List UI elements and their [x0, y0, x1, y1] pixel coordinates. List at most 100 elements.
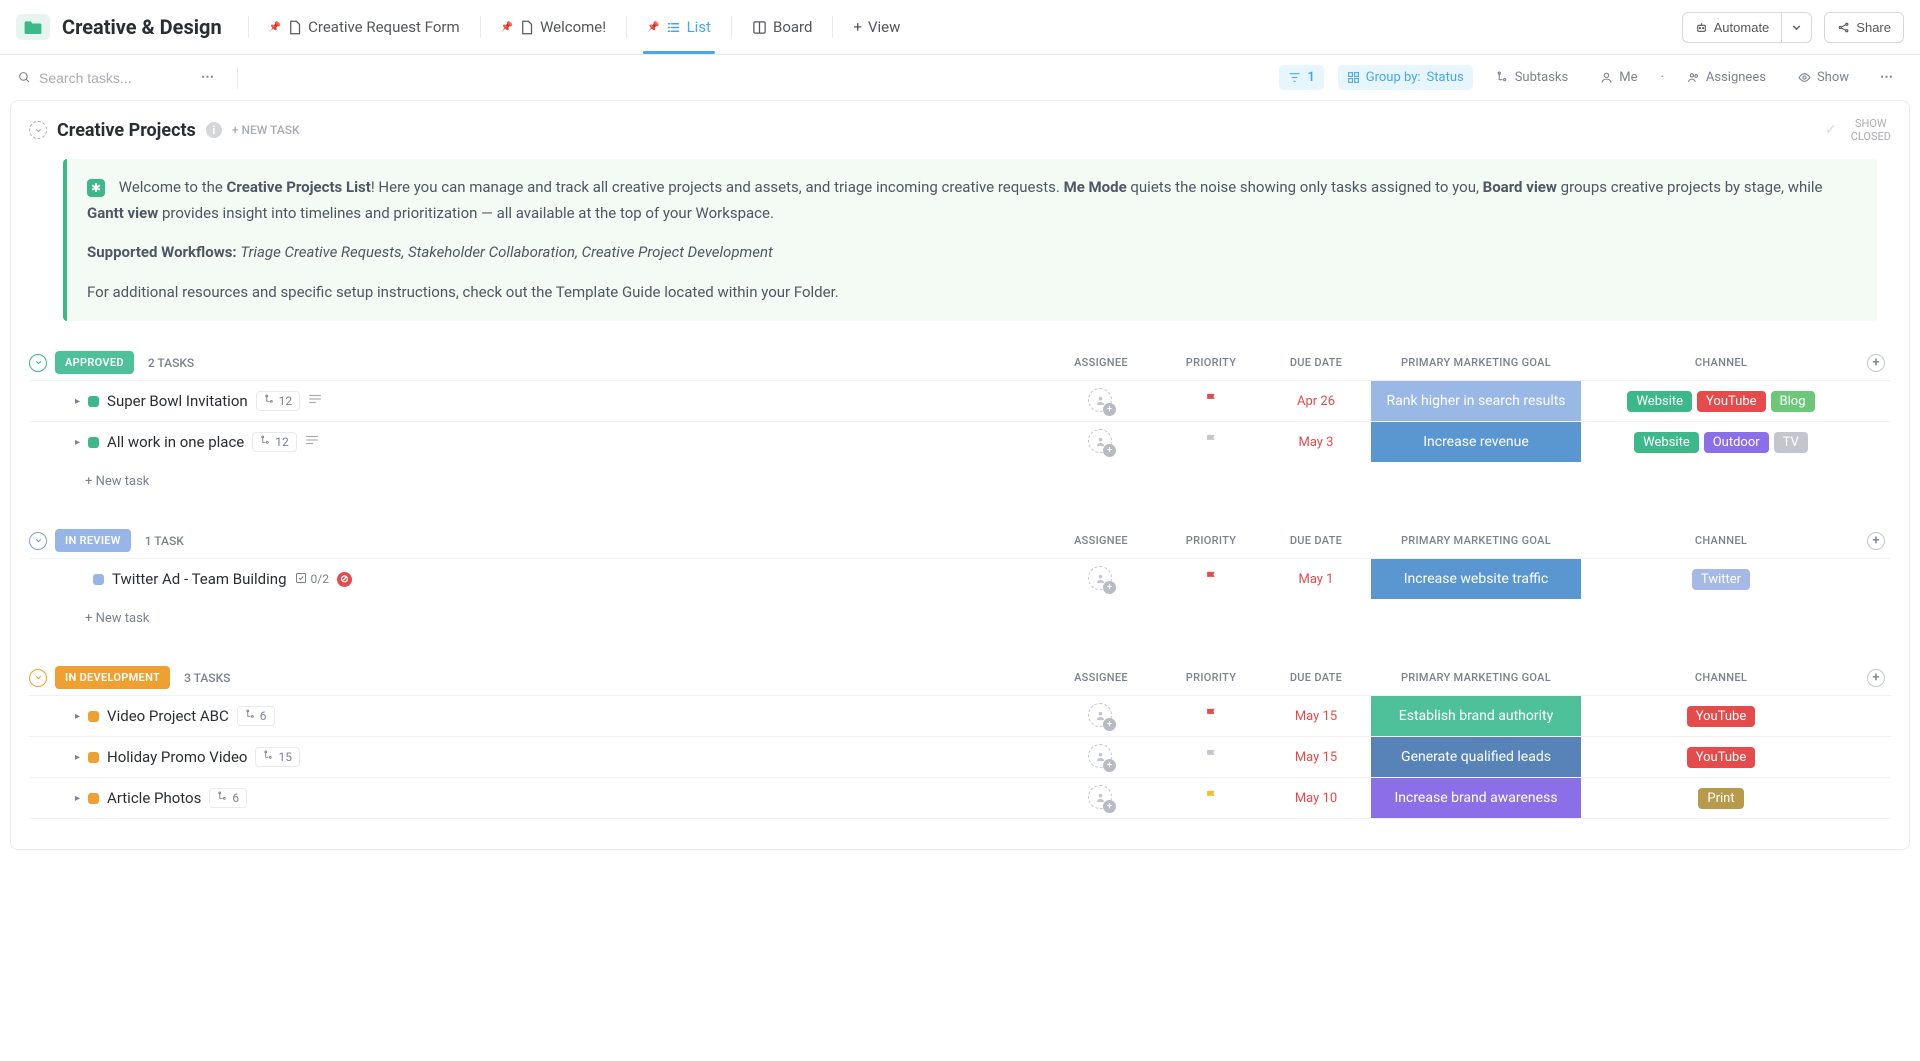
due-date-cell[interactable]: May 10: [1261, 778, 1371, 818]
channel-tag[interactable]: Twitter: [1692, 569, 1750, 590]
task-row[interactable]: ▸Article Photos6+May 10Increase brand aw…: [29, 777, 1891, 819]
channel-tag[interactable]: Blog: [1771, 391, 1815, 412]
show-button[interactable]: Show: [1789, 65, 1858, 90]
task-name[interactable]: Article Photos: [107, 789, 201, 807]
more-options-button[interactable]: ⋯: [193, 66, 223, 89]
column-goal[interactable]: PRIMARY MARKETING GOAL: [1371, 534, 1581, 547]
task-row[interactable]: ▸Holiday Promo Video15+May 15Generate qu…: [29, 736, 1891, 777]
expand-caret-icon[interactable]: ▸: [75, 752, 80, 763]
task-name[interactable]: All work in one place: [107, 433, 244, 451]
expand-caret-icon[interactable]: ▸: [75, 437, 80, 448]
channel-cell[interactable]: YouTube: [1581, 747, 1861, 768]
priority-cell[interactable]: [1161, 696, 1261, 736]
expand-caret-icon[interactable]: ▸: [75, 396, 80, 407]
status-square[interactable]: [88, 396, 99, 407]
column-channel[interactable]: CHANNEL: [1581, 671, 1861, 684]
channel-cell[interactable]: WebsiteYouTubeBlog: [1581, 391, 1861, 412]
column-goal[interactable]: PRIMARY MARKETING GOAL: [1371, 671, 1581, 684]
folder-chip[interactable]: [16, 14, 50, 40]
add-column-button[interactable]: +: [1867, 669, 1885, 687]
column-due-date[interactable]: DUE DATE: [1261, 356, 1371, 369]
column-priority[interactable]: PRIORITY: [1161, 356, 1261, 369]
task-name[interactable]: Holiday Promo Video: [107, 748, 247, 766]
channel-tag[interactable]: YouTube: [1697, 391, 1766, 412]
subtask-count-pill[interactable]: 15: [255, 747, 300, 767]
assignee-cell[interactable]: +: [1041, 737, 1161, 777]
goal-cell[interactable]: Rank higher in search results: [1371, 381, 1581, 421]
description-icon[interactable]: [305, 434, 319, 450]
column-goal[interactable]: PRIMARY MARKETING GOAL: [1371, 356, 1581, 369]
collapse-group-button[interactable]: [29, 354, 47, 372]
toolbar-more-button[interactable]: ⋯: [1872, 66, 1902, 89]
task-row[interactable]: ▸Video Project ABC6+May 15Establish bran…: [29, 695, 1891, 736]
column-due-date[interactable]: DUE DATE: [1261, 534, 1371, 547]
subtask-count-pill[interactable]: 6: [237, 706, 275, 726]
assignee-cell[interactable]: +: [1041, 696, 1161, 736]
status-badge[interactable]: IN REVIEW: [55, 529, 131, 552]
search-input[interactable]: [39, 70, 179, 86]
priority-cell[interactable]: [1161, 737, 1261, 777]
checklist-pill[interactable]: 0/2: [295, 572, 329, 587]
channel-cell[interactable]: WebsiteOutdoorTV: [1581, 432, 1861, 453]
blocked-icon[interactable]: ⊘: [337, 572, 352, 587]
column-channel[interactable]: CHANNEL: [1581, 356, 1861, 369]
channel-tag[interactable]: YouTube: [1687, 706, 1756, 727]
new-task-row[interactable]: + New task: [29, 462, 1891, 493]
priority-cell[interactable]: [1161, 778, 1261, 818]
goal-cell[interactable]: Increase website traffic: [1371, 559, 1581, 599]
collapse-group-button[interactable]: [29, 532, 47, 550]
due-date-cell[interactable]: May 15: [1261, 737, 1371, 777]
expand-caret-icon[interactable]: ▸: [75, 711, 80, 722]
me-button[interactable]: Me: [1591, 65, 1646, 90]
subtasks-button[interactable]: Subtasks: [1487, 65, 1578, 90]
goal-cell[interactable]: Increase brand awareness: [1371, 778, 1581, 818]
channel-tag[interactable]: Website: [1627, 391, 1692, 412]
tab-board[interactable]: Board: [738, 8, 826, 46]
channel-tag[interactable]: TV: [1774, 432, 1808, 453]
channel-tag[interactable]: Website: [1634, 432, 1699, 453]
task-name[interactable]: Twitter Ad - Team Building: [112, 570, 287, 588]
channel-tag[interactable]: Outdoor: [1704, 432, 1769, 453]
assignee-cell[interactable]: +: [1041, 778, 1161, 818]
tab-welcome[interactable]: 📌 Welcome!: [487, 8, 621, 46]
priority-cell[interactable]: [1161, 381, 1261, 421]
column-priority[interactable]: PRIORITY: [1161, 534, 1261, 547]
tab-creative-request-form[interactable]: 📌 Creative Request Form: [255, 8, 474, 46]
task-row[interactable]: ▸All work in one place12+May 3Increase r…: [29, 421, 1891, 462]
status-badge[interactable]: APPROVED: [55, 351, 134, 374]
assignee-cell[interactable]: +: [1041, 422, 1161, 462]
task-row[interactable]: Twitter Ad - Team Building 0/2 ⊘ + May 1Incr…: [29, 558, 1891, 599]
channel-tag[interactable]: Print: [1698, 788, 1743, 809]
show-closed-button[interactable]: ✓ SHOW CLOSED: [1825, 117, 1891, 143]
collapse-group-button[interactable]: [29, 669, 47, 687]
filter-button[interactable]: 1: [1279, 65, 1323, 90]
info-icon[interactable]: i: [206, 122, 222, 138]
status-badge[interactable]: IN DEVELOPMENT: [55, 666, 170, 689]
column-priority[interactable]: PRIORITY: [1161, 671, 1261, 684]
goal-cell[interactable]: Increase revenue: [1371, 422, 1581, 462]
due-date-cell[interactable]: May 1: [1261, 559, 1371, 599]
new-task-button[interactable]: + NEW TASK: [232, 123, 300, 137]
subtask-count-pill[interactable]: 12: [252, 432, 297, 452]
task-row[interactable]: ▸Super Bowl Invitation12+Apr 26Rank high…: [29, 380, 1891, 421]
subtask-count-pill[interactable]: 12: [256, 391, 301, 411]
add-column-button[interactable]: +: [1867, 354, 1885, 372]
share-button[interactable]: Share: [1824, 12, 1904, 43]
column-assignee[interactable]: ASSIGNEE: [1041, 356, 1161, 369]
channel-cell[interactable]: YouTube: [1581, 706, 1861, 727]
expand-caret-icon[interactable]: ▸: [75, 793, 80, 804]
column-channel[interactable]: CHANNEL: [1581, 534, 1861, 547]
status-square[interactable]: [93, 574, 104, 585]
channel-cell[interactable]: Twitter: [1581, 569, 1861, 590]
tab-list[interactable]: 📌 List: [633, 8, 725, 46]
column-assignee[interactable]: ASSIGNEE: [1041, 534, 1161, 547]
new-task-row[interactable]: + New task: [29, 599, 1891, 630]
status-square[interactable]: [88, 711, 99, 722]
add-column-button[interactable]: +: [1867, 532, 1885, 550]
priority-cell[interactable]: [1161, 422, 1261, 462]
workspace-title[interactable]: Creative & Design: [62, 15, 222, 39]
collapse-panel-button[interactable]: [29, 121, 47, 139]
assignee-cell[interactable]: +: [1041, 559, 1161, 599]
status-square[interactable]: [88, 752, 99, 763]
automate-button[interactable]: Automate: [1682, 12, 1782, 43]
